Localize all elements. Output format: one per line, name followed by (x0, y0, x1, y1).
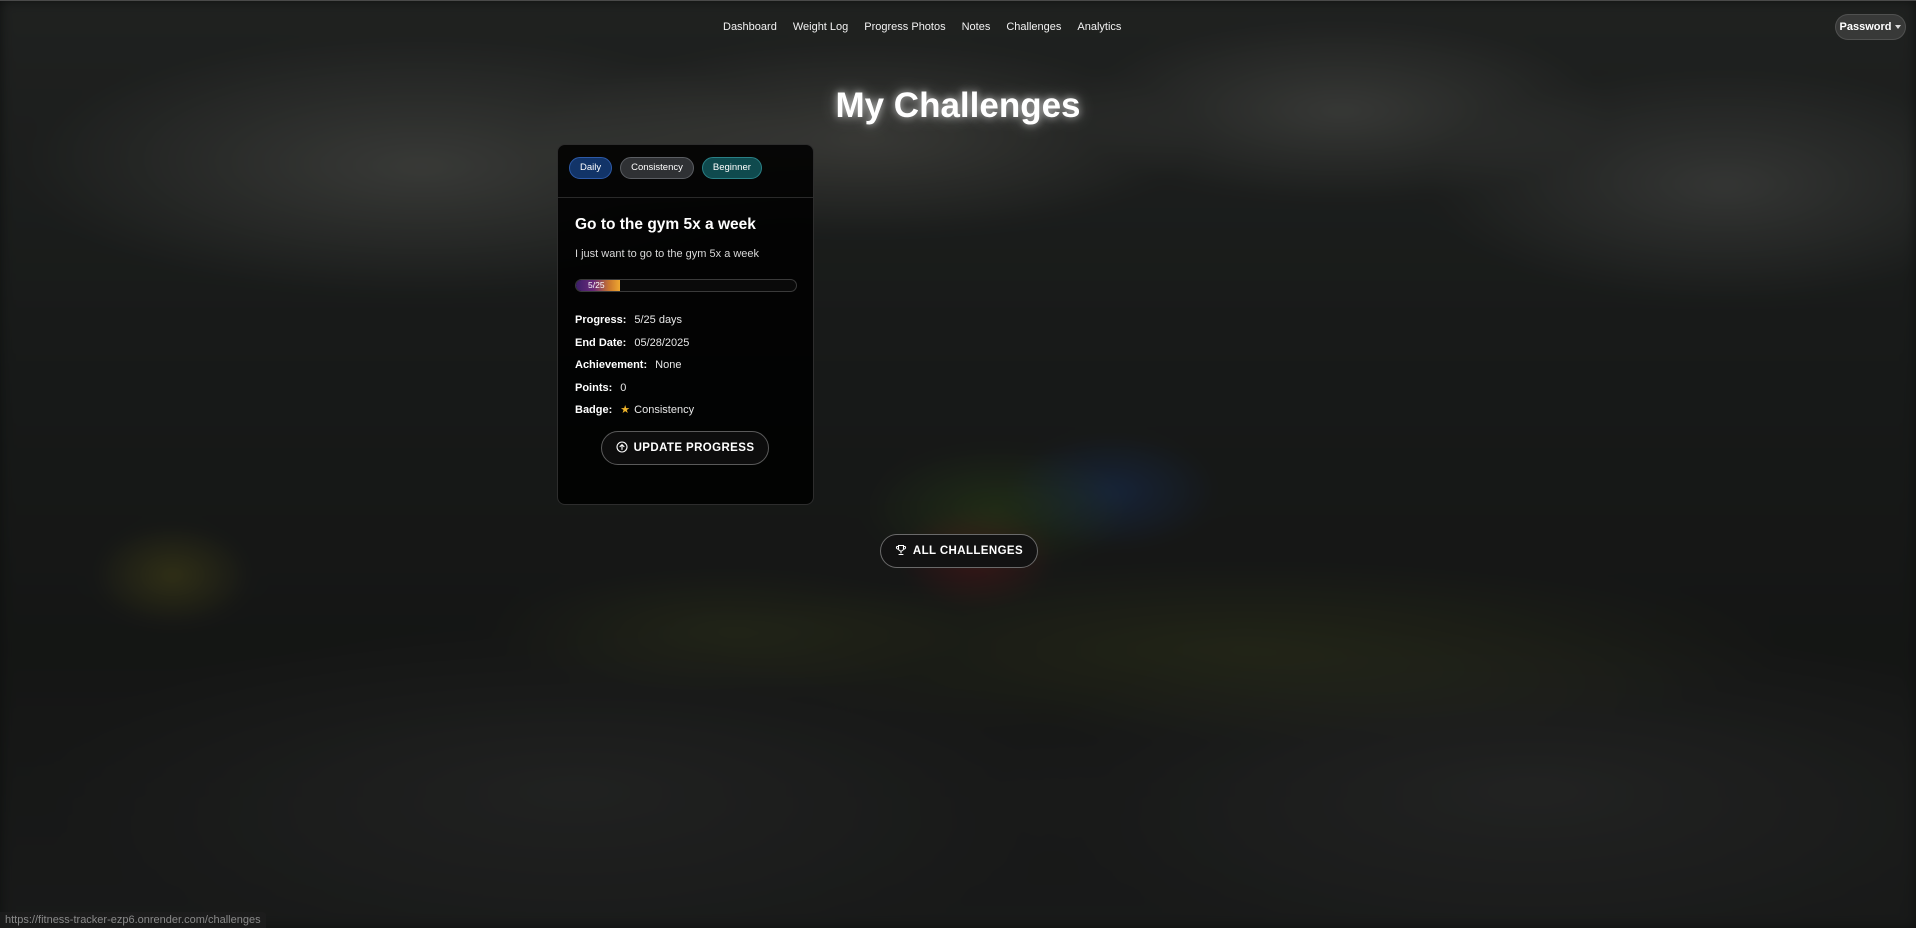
nav-link-challenges[interactable]: Challenges (1006, 21, 1061, 33)
challenge-title: Go to the gym 5x a week (575, 216, 756, 233)
detail-end-date-key: End Date: (575, 336, 627, 349)
challenge-details: Progress: 5/25 days End Date: 05/28/2025 A… (575, 309, 694, 422)
detail-badge-key: Badge: (575, 404, 613, 416)
nav-link-notes[interactable]: Notes (962, 21, 991, 33)
challenge-tags: Daily Consistency Beginner (569, 157, 762, 179)
challenge-card: Daily Consistency Beginner Go to the gym… (557, 144, 814, 505)
background-overlay (0, 0, 1916, 928)
detail-end-date-value: 05/28/2025 (634, 336, 690, 349)
star-icon: ★ (620, 404, 631, 416)
nav-link-analytics[interactable]: Analytics (1077, 21, 1121, 33)
update-progress-button[interactable]: UPDATE PROGRESS (601, 431, 769, 465)
tag-consistency: Consistency (620, 157, 694, 179)
nav-link-weight-log[interactable]: Weight Log (793, 21, 848, 33)
top-navbar: Dashboard Weight Log Progress Photos Not… (0, 0, 1916, 55)
detail-achievement-key: Achievement: (575, 359, 648, 371)
progress-bar-label: 5/25 (588, 280, 605, 290)
user-menu-dropdown[interactable]: Password (1835, 14, 1906, 40)
tag-daily: Daily (569, 157, 613, 179)
nav-link-progress-photos[interactable]: Progress Photos (864, 21, 945, 33)
detail-badge-value: Consistency (634, 404, 695, 416)
caret-down-icon (1895, 25, 1902, 29)
detail-badge: Badge: ★ Consistency (575, 399, 694, 422)
detail-progress-key: Progress: (575, 314, 627, 326)
update-progress-label: UPDATE PROGRESS (633, 442, 755, 454)
detail-progress-value: 5/25 days (634, 314, 683, 326)
page-title: My Challenges (835, 86, 1081, 125)
detail-achievement-value: None (655, 359, 682, 371)
tag-beginner: Beginner (701, 157, 762, 179)
challenge-description: I just want to go to the gym 5x a week (575, 248, 760, 260)
trophy-icon (895, 544, 907, 559)
detail-achievement: Achievement: None (575, 354, 694, 377)
detail-points-value: 0 (620, 381, 627, 394)
all-challenges-label: ALL CHALLENGES (912, 545, 1024, 557)
nav-links: Dashboard Weight Log Progress Photos Not… (723, 21, 1137, 33)
card-divider (558, 197, 813, 198)
all-challenges-button[interactable]: ALL CHALLENGES (880, 534, 1038, 568)
detail-points: Points: 0 (575, 377, 694, 400)
status-bar-url: https://fitness-tracker-ezp6.onrender.co… (0, 912, 266, 928)
arrow-up-circle-icon (616, 440, 628, 456)
user-menu-label: Password (1839, 21, 1892, 33)
detail-points-key: Points: (575, 381, 613, 394)
progress-bar-fill: 5/25 (576, 280, 620, 291)
detail-progress: Progress: 5/25 days (575, 309, 694, 332)
challenge-progress-bar: 5/25 (575, 279, 797, 292)
detail-end-date: End Date: 05/28/2025 (575, 332, 694, 355)
nav-link-dashboard[interactable]: Dashboard (723, 21, 777, 33)
